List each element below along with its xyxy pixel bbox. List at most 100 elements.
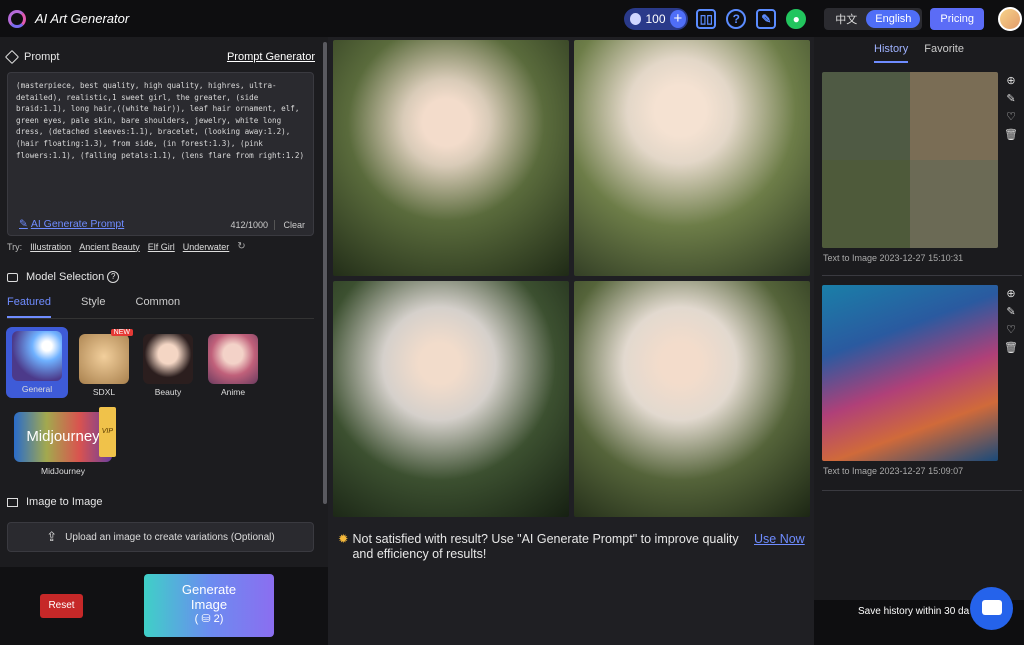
clear-button[interactable]: Clear	[274, 220, 305, 230]
generate-image-button[interactable]: Generate Image ( ⛁ 2)	[144, 574, 274, 637]
tab-style[interactable]: Style	[81, 296, 105, 318]
history-divider	[822, 490, 1022, 491]
history-actions-2: ⊕ ✎ ♡ 🗑	[1004, 287, 1018, 359]
action-bar: Reset Generate Image ( ⛁ 2)	[0, 567, 328, 645]
model-thumb-general	[12, 331, 62, 381]
tab-featured[interactable]: Featured	[7, 296, 52, 318]
trash-icon[interactable]: 🗑	[1004, 128, 1018, 146]
heart-icon[interactable]: ♡	[1004, 110, 1018, 128]
try-suggestions: Try: Illustration Ancient Beauty Elf Gir…	[7, 241, 246, 252]
history-thumbnail-1[interactable]	[822, 72, 998, 248]
trash-icon[interactable]: 🗑	[1004, 341, 1018, 359]
prompt-text[interactable]: (masterpiece, best quality, high quality…	[16, 80, 308, 161]
model-thumb-anime	[208, 334, 258, 384]
user-avatar[interactable]	[998, 6, 1022, 31]
generated-image-1[interactable]	[333, 40, 569, 276]
chat-support-button[interactable]	[970, 587, 1013, 630]
model-thumb-sdxl: NEW	[79, 329, 133, 384]
history-divider	[822, 275, 1022, 276]
try-label: Try:	[7, 241, 23, 252]
generate-label-1: Generate	[181, 582, 237, 597]
model-thumb-midjourney: Midjourney VIP	[14, 407, 116, 462]
prompt-title: Prompt	[24, 51, 60, 63]
try-illustration[interactable]: Illustration	[30, 242, 71, 252]
prompt-header: Prompt Prompt Generator	[4, 49, 315, 65]
wechat-icon[interactable]: ●	[786, 8, 807, 29]
lang-zh-button[interactable]: 中文	[826, 8, 866, 30]
tab-favorite[interactable]: Favorite	[924, 43, 964, 63]
ai-generate-prompt-link[interactable]: ✎ AI Generate Prompt	[19, 218, 124, 230]
header-actions: 100 + ▯▯ ? ✎ ● 中文 English Pricing	[624, 0, 1024, 37]
use-now-link[interactable]: Use Now	[754, 532, 805, 546]
model-beauty[interactable]: Beauty	[143, 334, 193, 397]
model-tabs: Featured Style Common	[7, 296, 210, 318]
model-label: SDXL	[92, 387, 116, 397]
coin-icon	[630, 12, 642, 25]
help-circle-icon[interactable]: ?	[107, 271, 120, 283]
notice-text: Not satisfied with result? Use "AI Gener…	[352, 532, 739, 561]
robot-icon	[7, 272, 18, 282]
lightbulb-icon: ✹	[338, 532, 349, 546]
generate-label-2: Image	[190, 597, 228, 612]
zoom-icon[interactable]: ⊕	[1004, 74, 1018, 92]
book-icon[interactable]: ▯▯	[696, 8, 717, 29]
tab-divider	[7, 318, 314, 319]
model-selection-title: Model Selection	[26, 271, 105, 283]
zoom-icon[interactable]: ⊕	[1004, 287, 1018, 305]
pricing-button[interactable]: Pricing	[930, 7, 984, 30]
model-general[interactable]: General	[6, 327, 68, 398]
upload-label: Upload an image to create variations (Op…	[65, 531, 275, 543]
model-midjourney[interactable]: Midjourney VIP MidJourney	[14, 407, 116, 476]
add-credits-button[interactable]: +	[669, 9, 687, 28]
new-badge: NEW	[110, 329, 133, 336]
tab-common[interactable]: Common	[136, 296, 181, 318]
edit-icon[interactable]: ✎	[1004, 305, 1018, 323]
help-icon[interactable]: ?	[726, 8, 747, 29]
ai-generate-prompt-label: AI Generate Prompt	[30, 218, 125, 230]
history-caption-2: Text to Image 2023-12-27 15:09:07	[823, 466, 964, 476]
pen-icon	[4, 49, 20, 65]
prompt-textarea[interactable]: (masterpiece, best quality, high quality…	[7, 72, 314, 236]
model-label: MidJourney	[41, 466, 85, 476]
try-underwater[interactable]: Underwater	[183, 242, 230, 252]
credits-badge[interactable]: 100 +	[624, 7, 689, 30]
left-panel: Prompt Prompt Generator (masterpiece, be…	[0, 37, 328, 645]
language-switch: 中文 English	[824, 7, 923, 30]
try-ancient-beauty[interactable]: Ancient Beauty	[79, 242, 140, 252]
upload-icon: ⇪	[46, 529, 58, 544]
model-label: General	[21, 384, 53, 394]
generated-image-2[interactable]	[574, 40, 810, 276]
generated-image-4[interactable]	[574, 281, 810, 517]
credits-count: 100	[645, 11, 666, 26]
generated-image-3[interactable]	[333, 281, 569, 517]
upload-image-button[interactable]: ⇪ Upload an image to create variations (…	[7, 522, 314, 552]
image-to-image-title: Image to Image	[26, 496, 103, 508]
history-tabs: History Favorite	[874, 43, 980, 63]
model-selection-header: Model Selection ?	[7, 271, 120, 283]
model-label: Beauty	[154, 387, 182, 397]
history-caption-1: Text to Image 2023-12-27 15:10:31	[823, 253, 964, 263]
generate-cost: ( ⛁ 2)	[194, 613, 224, 625]
model-anime[interactable]: Anime	[208, 334, 258, 397]
app-title: AI Art Generator	[35, 11, 130, 26]
left-scrollbar[interactable]	[323, 42, 327, 504]
top-bar: AI Art Generator 100 + ▯▯ ? ✎ ● 中文 Engli…	[0, 0, 1024, 37]
generate-cost-value: 2	[213, 613, 220, 625]
heart-icon[interactable]: ♡	[1004, 323, 1018, 341]
refresh-icon[interactable]: ↻	[237, 241, 245, 252]
model-sdxl[interactable]: NEW SDXL	[79, 329, 133, 397]
tab-history[interactable]: History	[874, 43, 909, 63]
lang-en-button[interactable]: English	[866, 9, 921, 28]
model-thumb-beauty	[143, 334, 193, 384]
edit-icon[interactable]: ✎	[1004, 92, 1018, 110]
edit-note-icon[interactable]: ✎	[756, 8, 777, 29]
sparkle-icon: ✎	[19, 218, 28, 230]
model-label: Anime	[220, 387, 246, 397]
app-logo-icon	[8, 9, 26, 28]
history-thumbnail-2[interactable]	[822, 285, 998, 461]
chat-bubble-icon	[982, 600, 1002, 615]
midjourney-overlay: Midjourney	[26, 428, 100, 445]
try-elf-girl[interactable]: Elf Girl	[148, 242, 175, 252]
prompt-generator-link[interactable]: Prompt Generator	[227, 51, 315, 63]
reset-button[interactable]: Reset	[40, 594, 83, 618]
